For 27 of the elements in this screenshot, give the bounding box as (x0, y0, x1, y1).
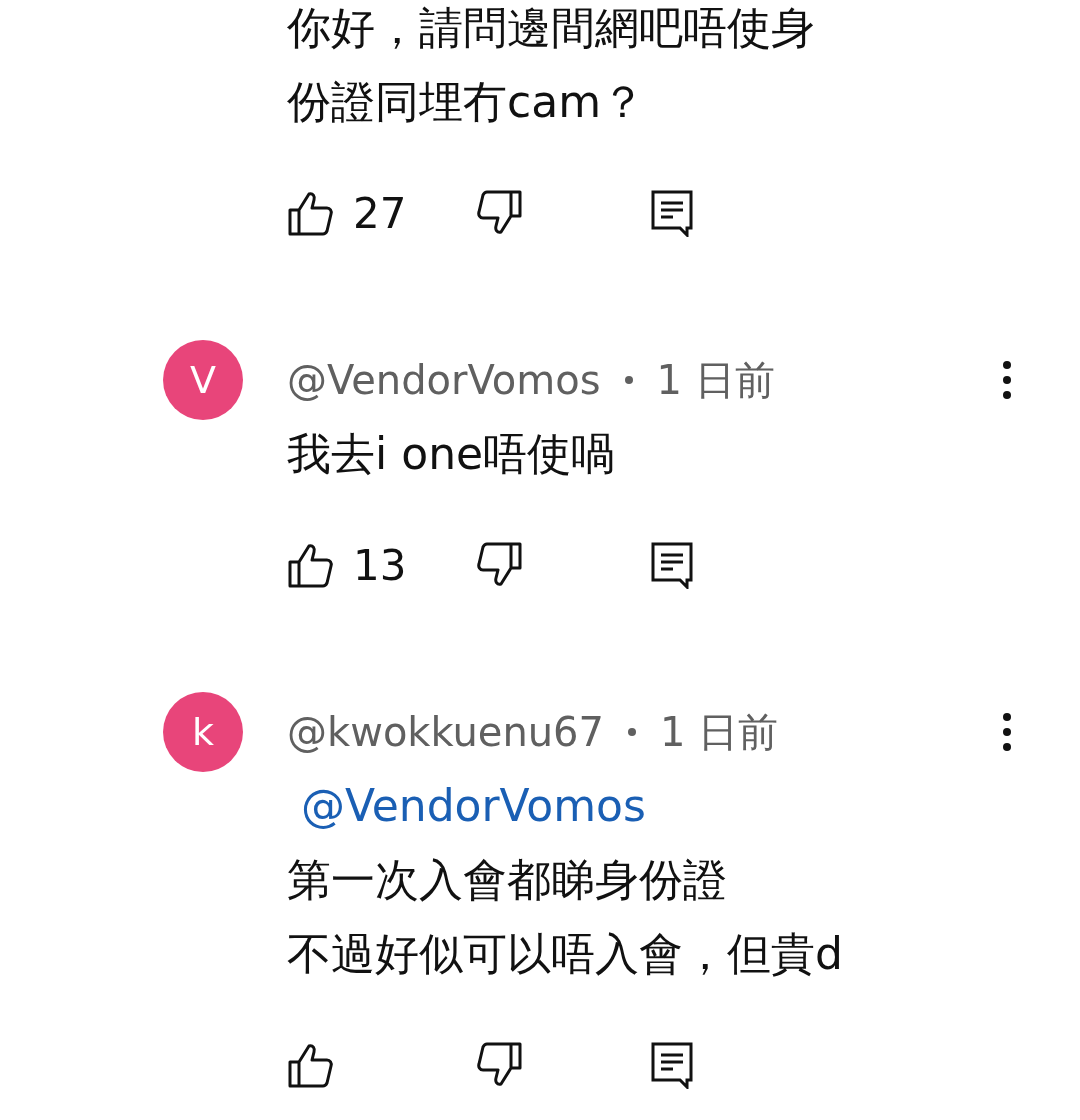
avatar[interactable]: k (163, 692, 243, 772)
comment-author[interactable]: @VendorVomos (287, 357, 601, 403)
comment-text: 份證同埋冇cam？ (287, 75, 646, 129)
dislike-icon[interactable] (475, 541, 523, 589)
more-options-icon[interactable] (1002, 360, 1012, 400)
like-icon[interactable] (287, 189, 335, 237)
reply-icon[interactable] (650, 189, 694, 237)
comment-author[interactable]: @kwokkuenu67 (287, 709, 604, 755)
dislike-icon[interactable] (475, 189, 523, 237)
like-count: 27 (353, 188, 407, 238)
comment-time: 1 日前 (656, 355, 775, 405)
comment-text: 我去i one唔使喎 (287, 427, 617, 481)
reply-icon[interactable] (650, 1041, 694, 1089)
like-icon[interactable] (287, 541, 335, 589)
comment-text: 不過好似可以唔入會，但貴d (287, 927, 844, 981)
dislike-icon[interactable] (475, 1041, 523, 1089)
like-icon[interactable] (287, 1041, 335, 1089)
like-count: 13 (353, 540, 407, 590)
more-options-icon[interactable] (1002, 712, 1012, 752)
comment-text: 第一次入會都睇身份證 (287, 853, 728, 907)
separator-dot (624, 376, 633, 384)
comment-text: 你好，請問邊間網吧唔使身 (287, 1, 816, 55)
separator-dot (628, 728, 636, 736)
mention-link[interactable]: @VendorVomos (287, 769, 1020, 843)
reply-icon[interactable] (650, 541, 694, 589)
comment-time: 1 日前 (660, 707, 779, 757)
avatar[interactable]: V (163, 340, 243, 420)
